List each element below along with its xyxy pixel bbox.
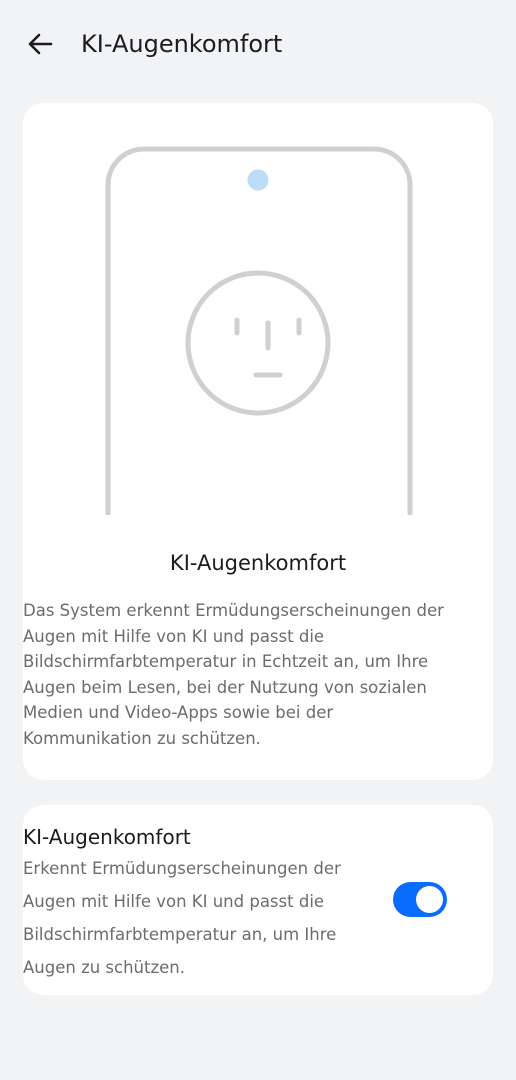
ki-eye-comfort-toggle[interactable] [393, 882, 447, 917]
camera-dot [247, 169, 269, 191]
page-title: KI-Augenkomfort [81, 30, 283, 58]
setting-description: Erkennt Ermüdungserscheinungen der Augen… [23, 859, 341, 977]
toggle-knob [416, 886, 443, 913]
setting-title: KI-Augenkomfort [23, 825, 191, 849]
back-button[interactable] [22, 26, 58, 62]
feature-description: Das System erkennt Ermüdungserscheinunge… [23, 601, 444, 748]
feature-title: KI-Augenkomfort [169, 551, 347, 575]
top-app-bar: KI-Augenkomfort [0, 0, 516, 90]
arrow-left-icon [28, 33, 53, 55]
face-outline [185, 270, 331, 416]
phone-face-illustration [105, 146, 413, 515]
